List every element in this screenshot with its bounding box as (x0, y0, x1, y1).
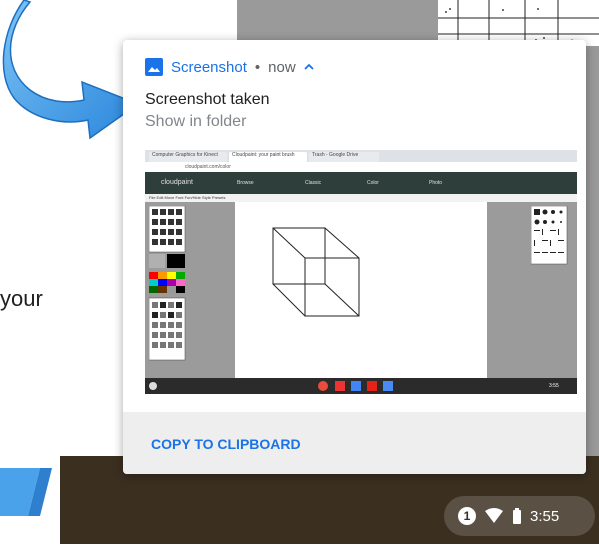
thumbnail-nav-item: Browse (237, 180, 254, 186)
thumbnail-tab: Computer Graphics for Kinect (149, 152, 227, 162)
thumbnail-menu-text: File Edit Move Font Fun/Hide Style Prese… (149, 195, 226, 200)
cube-drawing (272, 227, 360, 317)
launcher-button[interactable] (0, 456, 60, 544)
thumbnail-taskbar-icons (149, 381, 393, 391)
thumbnail-app-bar: cloudpaint Browse Classic Color Photo (145, 172, 577, 194)
chevron-up-icon[interactable] (304, 60, 314, 74)
background-partial-text: your (0, 286, 43, 311)
thumbnail-brush-panel (531, 206, 568, 265)
thumbnail-tab: Cloudpaint: your paint brush (229, 152, 307, 162)
thumbnail-nav-item: Classic (305, 180, 322, 186)
screenshot-notification[interactable]: Screenshot • now Screenshot taken Show i… (123, 40, 586, 474)
notification-time: now (268, 58, 296, 76)
thumbnail-tab-strip: Computer Graphics for Kinect Cloudpaint:… (145, 150, 577, 162)
thumbnail-workspace (145, 202, 577, 378)
tray-time: 3:55 (530, 507, 560, 525)
thumbnail-url: cloudpaint.com/color (185, 164, 231, 170)
notification-subtitle: Show in folder (145, 113, 247, 130)
notification-app-name: Screenshot (171, 58, 247, 76)
thumbnail-taskbar: 3:55 (145, 378, 577, 394)
status-tray[interactable]: 1 3:55 (444, 496, 595, 536)
thumbnail-nav-item: Photo (429, 180, 443, 186)
wifi-icon (485, 508, 503, 523)
thumbnail-clock: 3:55 (549, 383, 559, 389)
thumbnail-tool-panel (149, 206, 186, 361)
screenshot-thumbnail[interactable]: Computer Graphics for Kinect Cloudpaint:… (145, 150, 577, 394)
thumbnail-menu-bar: File Edit Move Font Fun/Hide Style Prese… (145, 194, 577, 202)
battery-icon (513, 508, 521, 524)
thumbnail-logo: cloudpaint (161, 179, 193, 186)
copy-to-clipboard-button[interactable]: COPY TO CLIPBOARD (151, 436, 301, 452)
notification-actions: COPY TO CLIPBOARD (123, 412, 586, 474)
notification-count-badge: 1 (458, 507, 476, 525)
thumbnail-nav-item: Color (367, 180, 379, 186)
image-icon (145, 58, 163, 76)
notification-header[interactable]: Screenshot • now (145, 58, 314, 76)
notification-title: Screenshot taken (145, 91, 270, 108)
thumbnail-tab: Trash - Google Drive (309, 152, 379, 162)
thumbnail-drawing-canvas (235, 202, 487, 378)
thumbnail-address-bar: cloudpaint.com/color (145, 162, 577, 172)
header-separator: • (254, 58, 261, 76)
